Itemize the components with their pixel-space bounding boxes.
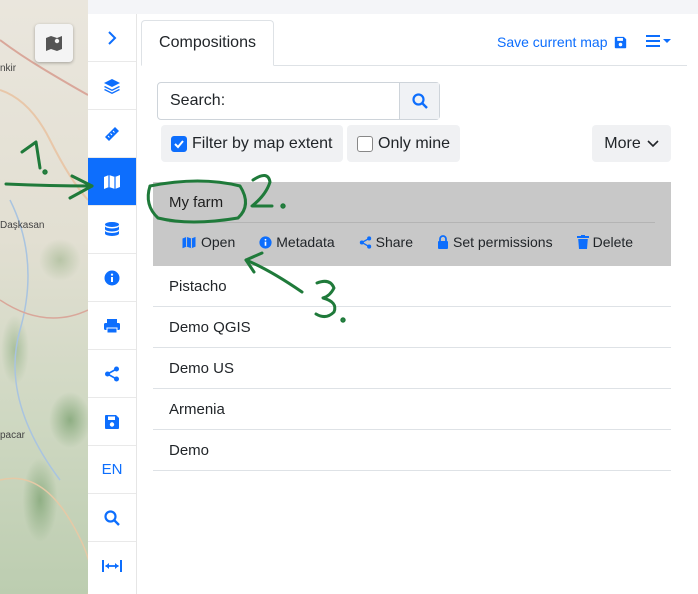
lock-icon: [437, 235, 448, 249]
info-button[interactable]: [88, 254, 136, 302]
compositions-list: My farm Open Metadata Share Set permissi…: [153, 182, 671, 471]
more-label: More: [604, 134, 641, 152]
composition-name: Pistacho: [169, 277, 227, 295]
search-icon: [104, 509, 120, 526]
map-icon: [182, 236, 196, 248]
list-item[interactable]: Demo US: [153, 348, 671, 389]
set-permissions-label: Set permissions: [452, 234, 553, 250]
share-icon: [359, 235, 371, 249]
composition-name[interactable]: My farm: [169, 194, 223, 211]
save-icon: [614, 36, 626, 48]
delete-button[interactable]: Delete: [576, 234, 634, 250]
share-button[interactable]: [88, 350, 136, 398]
composition-name: Demo QGIS: [169, 318, 251, 336]
metadata-label: Metadata: [276, 234, 335, 250]
map-features: [0, 39, 88, 594]
info-icon: [104, 270, 120, 285]
database-icon: [105, 221, 119, 236]
print-button[interactable]: [88, 302, 136, 350]
composition-name: Demo US: [169, 359, 235, 377]
search-input[interactable]: [158, 83, 399, 119]
composition-actions: Open Metadata Share Set permissions Dele…: [181, 234, 657, 250]
chevron-down-icon: [647, 139, 659, 147]
expand-width-icon: [102, 560, 122, 572]
only-mine-label: Only mine: [378, 134, 451, 152]
open-button[interactable]: Open: [181, 234, 235, 250]
checkmark-icon: [174, 139, 184, 148]
list-item[interactable]: Armenia: [153, 389, 671, 430]
search-box: [157, 82, 440, 120]
datasources-button[interactable]: [88, 206, 136, 254]
panel-header: Compositions Save current map: [141, 20, 687, 66]
language-label: EN: [101, 461, 123, 478]
print-icon: [104, 318, 120, 333]
search-submit-button[interactable]: [399, 83, 439, 119]
map-place-label: Daşkasan: [0, 220, 45, 231]
map-place-label: pacar: [0, 430, 26, 441]
only-mine-checkbox[interactable]: [357, 135, 373, 152]
save-current-map-label: Save current map: [497, 34, 608, 50]
top-strip: [88, 0, 698, 14]
panel-menu-button[interactable]: [645, 34, 671, 48]
tab-label: Compositions: [159, 34, 256, 51]
list-item[interactable]: Pistacho: [153, 266, 671, 307]
layers-icon: [104, 78, 120, 94]
share-icon: [105, 366, 119, 381]
map-gallery-button[interactable]: [35, 24, 73, 62]
measure-button[interactable]: [88, 110, 136, 158]
delete-label: Delete: [592, 234, 634, 250]
map-place-label: nkir: [0, 63, 17, 74]
map-gallery-icon: [46, 36, 62, 51]
metadata-button[interactable]: Metadata: [259, 234, 335, 250]
caret-down-icon: [663, 39, 671, 43]
chevron-right-icon: [108, 30, 117, 45]
map-icon: [104, 174, 120, 189]
search-button[interactable]: [88, 494, 136, 542]
only-mine-toggle[interactable]: Only mine: [347, 125, 461, 162]
more-dropdown[interactable]: More: [592, 125, 671, 162]
ruler-icon: [105, 126, 119, 141]
resize-panel-button[interactable]: [88, 542, 136, 590]
map-canvas[interactable]: nkir Daşkasan pacar: [0, 0, 88, 594]
info-icon: [259, 235, 272, 249]
side-toolbar: EN: [88, 14, 137, 594]
set-permissions-button[interactable]: Set permissions: [437, 234, 553, 250]
divider: [169, 222, 655, 223]
trash-icon: [576, 235, 589, 249]
compositions-button[interactable]: [88, 158, 136, 206]
share-label: Share: [375, 234, 413, 250]
composition-name: Armenia: [169, 400, 225, 418]
filter-by-extent-checkbox[interactable]: [171, 135, 187, 152]
save-button[interactable]: [88, 398, 136, 446]
composition-name: Demo: [169, 441, 210, 459]
share-composition-button[interactable]: Share: [359, 234, 413, 250]
save-icon: [105, 414, 119, 429]
tab-compositions[interactable]: Compositions: [141, 20, 274, 66]
search-icon: [411, 93, 428, 109]
filter-by-extent-toggle[interactable]: Filter by map extent: [161, 125, 343, 162]
toggle-panel-button[interactable]: [88, 14, 136, 62]
language-button[interactable]: EN: [88, 446, 136, 494]
list-item[interactable]: Demo QGIS: [153, 307, 671, 348]
open-label: Open: [201, 234, 236, 250]
list-item[interactable]: Demo: [153, 430, 671, 471]
list-item-selected[interactable]: My farm Open Metadata Share Set permissi…: [153, 182, 671, 266]
hamburger-icon: [646, 35, 660, 47]
layers-button[interactable]: [88, 62, 136, 110]
save-current-map-button[interactable]: Save current map: [497, 34, 627, 50]
filter-by-extent-label: Filter by map extent: [192, 134, 333, 152]
